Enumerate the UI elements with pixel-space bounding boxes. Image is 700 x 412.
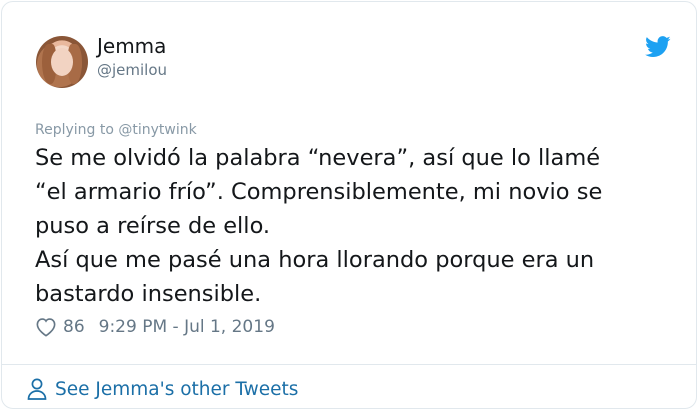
timestamp[interactable]: 9:29 PM - Jul 1, 2019: [99, 317, 275, 337]
tweet-card: Jemma @jemilou Replying to @tinytwink Se…: [1, 1, 697, 409]
person-icon: [27, 378, 47, 400]
tweet-text: Se me olvidó la palabra “nevera”, así qu…: [35, 141, 675, 311]
tweet-text-line: Así que me pasé una hora llorando porque…: [35, 247, 595, 273]
see-other-tweets-link[interactable]: See Jemma's other Tweets: [27, 376, 298, 402]
avatar-face: [51, 48, 73, 76]
tweet-text-line: Se me olvidó la palabra “nevera”, así qu…: [35, 145, 601, 171]
tweet-text-line: puso a reírse de ello.: [35, 213, 271, 239]
see-other-tweets-label[interactable]: See Jemma's other Tweets: [55, 379, 298, 400]
heart-icon[interactable]: [35, 317, 57, 337]
author-name[interactable]: Jemma: [97, 34, 166, 58]
like-count[interactable]: 86: [63, 317, 85, 337]
reply-context[interactable]: Replying to @tinytwink: [35, 122, 197, 138]
avatar[interactable]: [36, 36, 88, 88]
divider: [2, 364, 696, 365]
tweet-text-line: “el armario frío”. Comprensiblemente, mi…: [35, 179, 603, 205]
twitter-bird-icon[interactable]: [645, 36, 671, 58]
tweet-meta: 86 9:29 PM - Jul 1, 2019: [35, 314, 275, 340]
tweet-text-line: bastardo insensible.: [35, 281, 262, 307]
author-handle[interactable]: @jemilou: [97, 61, 167, 79]
